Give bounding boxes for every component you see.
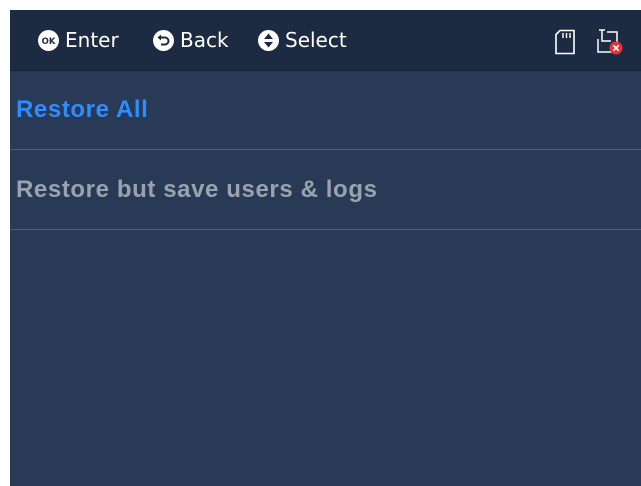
menu-item-label: Restore but save users & logs <box>16 175 378 203</box>
hint-enter: OK Enter <box>38 10 119 70</box>
menu-item-restore-save-users-logs[interactable]: Restore but save users & logs <box>10 150 641 230</box>
menu-item-label: Restore All <box>16 95 149 123</box>
svg-text:OK: OK <box>42 36 56 46</box>
hint-back-label: Back <box>180 28 229 52</box>
restore-menu: Restore All Restore but save users & log… <box>10 70 641 230</box>
ok-button-icon: OK <box>38 29 59 51</box>
up-down-select-icon <box>258 29 279 51</box>
hint-enter-label: Enter <box>65 28 119 52</box>
key-hint-bar: OK Enter Back Select <box>10 10 641 71</box>
menu-item-restore-all[interactable]: Restore All <box>10 70 641 150</box>
hint-select: Select <box>258 10 347 70</box>
device-screen: OK Enter Back Select Restore All Restore… <box>10 10 641 486</box>
network-disconnected-icon <box>597 29 623 55</box>
back-arrow-icon <box>153 29 174 51</box>
hint-select-label: Select <box>285 28 347 52</box>
sd-card-icon <box>555 29 575 55</box>
hint-back: Back <box>153 10 229 70</box>
